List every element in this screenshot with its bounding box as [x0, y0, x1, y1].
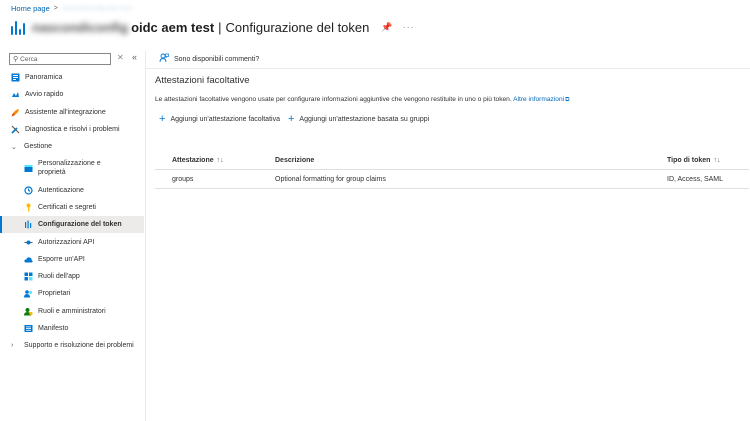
rocket-icon: [11, 108, 20, 117]
page-header: nascondiconfig oidc aem test | Configura…: [11, 17, 415, 37]
sidebar-item-autorizzazioni-api[interactable]: Autorizzazioni API: [0, 233, 144, 250]
table-header: Attestazione ↑↓ Descrizione Tipo di token…: [155, 152, 749, 170]
column-header-token-type[interactable]: Tipo di token ↑↓: [667, 157, 749, 164]
owners-icon: [24, 289, 33, 298]
cell-description: Optional formatting for group claims: [275, 175, 386, 183]
sidebar-divider: [145, 51, 146, 421]
table-row[interactable]: groups Optional formatting for group cla…: [155, 170, 749, 189]
sidebar-item-personalizzazione[interactable]: Personalizzazione e proprietà: [0, 155, 144, 181]
section-title: Attestazioni facoltative: [155, 75, 250, 86]
page-title-hidden: nascondiconfig: [32, 19, 129, 35]
quickstart-icon: [11, 90, 20, 99]
sort-icon: ↑↓: [713, 157, 721, 164]
sidebar-item-manifesto[interactable]: Manifesto: [0, 320, 144, 337]
add-groups-claim-button[interactable]: + Aggiungi un'attestazione basata su gru…: [287, 113, 430, 125]
breadcrumb-home-link[interactable]: Home page: [11, 4, 50, 13]
sidebar-item-ruoli-app[interactable]: Ruoli dell'app: [0, 268, 144, 285]
claims-table: Attestazione ↑↓ Descrizione Tipo di token…: [155, 152, 749, 189]
sidebar-item-ruoli-amministratori[interactable]: Ruoli e amministratori: [0, 303, 144, 320]
app-roles-icon: [24, 272, 33, 281]
cell-token-type: ID, Access, SAML: [667, 175, 724, 183]
feedback-icon: [159, 53, 169, 65]
action-bar: + Aggiungi un'attestazione facoltativa +…: [159, 113, 430, 125]
token-config-icon: [11, 19, 25, 35]
feedback-label: Sono disponibili commenti?: [174, 55, 260, 63]
sidebar-item-assistente[interactable]: Assistente all'integrazione: [0, 104, 144, 121]
search-icon: ⚲: [13, 56, 19, 63]
sidebar-group-gestione[interactable]: ⌄ Gestione: [0, 138, 144, 155]
sidebar: Panoramica Avvio rapido Assistente all'i…: [0, 69, 144, 354]
key-icon: [24, 203, 33, 212]
plus-icon: +: [159, 113, 166, 125]
pin-icon[interactable]: 📌: [381, 22, 392, 33]
chevron-right-icon: ›: [11, 342, 14, 350]
plus-icon: +: [287, 113, 295, 125]
search-input[interactable]: [20, 55, 101, 63]
app-name: oidc aem test: [131, 19, 215, 35]
authentication-icon: [24, 186, 33, 195]
overview-icon: [11, 73, 20, 82]
sidebar-item-proprietari[interactable]: Proprietari: [0, 285, 144, 302]
breadcrumb: Home page > nascondiconfig aem test: [11, 4, 132, 13]
toolbar-divider: [146, 68, 750, 69]
external-link-icon: ⧉: [565, 97, 570, 103]
token-config-icon: [24, 220, 33, 229]
sidebar-item-panoramica[interactable]: Panoramica: [0, 69, 144, 86]
branding-icon: [24, 164, 33, 173]
sort-icon: ↑↓: [216, 157, 224, 164]
add-groups-claim-label: Aggiungi un'attestazione basata su grupp…: [299, 115, 430, 123]
sidebar-item-certificati[interactable]: Certificati e segreti: [0, 199, 144, 216]
title-separator: |: [218, 19, 222, 35]
sidebar-group-supporto[interactable]: › Supporto e risoluzione dei problemi: [0, 337, 144, 354]
column-header-description: Descrizione: [275, 157, 315, 164]
description-text: Le attestazioni facoltative vengono usat…: [155, 96, 512, 103]
sidebar-item-diagnostica[interactable]: Diagnostica e risolvi i problemi: [0, 121, 144, 138]
sidebar-search[interactable]: ⚲: [9, 53, 111, 65]
cell-claim: groups: [172, 175, 194, 183]
section-description: Le attestazioni facoltative vengono usat…: [155, 96, 569, 104]
sidebar-item-avvio-rapido[interactable]: Avvio rapido: [0, 86, 144, 103]
breadcrumb-current-link[interactable]: nascondiconfig aem test: [62, 5, 132, 12]
tools-icon: [11, 125, 20, 134]
feedback-button[interactable]: Sono disponibili commenti?: [159, 53, 259, 65]
sidebar-item-autenticazione[interactable]: Autenticazione: [0, 181, 144, 198]
sidebar-item-configurazione-token[interactable]: Configurazione del token: [0, 216, 144, 234]
chevron-down-icon: ⌄: [11, 143, 17, 151]
chevron-right-icon: >: [53, 5, 58, 12]
more-info-link[interactable]: Altre informazioni: [513, 96, 564, 103]
add-optional-claim-label: Aggiungi un'attestazione facoltativa: [170, 115, 280, 123]
collapse-sidebar-icon[interactable]: «: [132, 52, 137, 62]
add-optional-claim-button[interactable]: + Aggiungi un'attestazione facoltativa: [159, 113, 280, 125]
sidebar-item-esporre-api[interactable]: Esporre un'API: [0, 251, 144, 268]
more-options-icon[interactable]: ···: [403, 22, 415, 32]
clear-search-icon[interactable]: ✕: [117, 53, 124, 62]
admin-icon: [24, 307, 33, 316]
cloud-icon: [24, 255, 33, 264]
page-title: Configurazione del token: [225, 19, 370, 35]
manifest-icon: [24, 324, 33, 333]
api-permissions-icon: [24, 238, 33, 247]
column-header-claim[interactable]: Attestazione ↑↓: [155, 157, 275, 164]
